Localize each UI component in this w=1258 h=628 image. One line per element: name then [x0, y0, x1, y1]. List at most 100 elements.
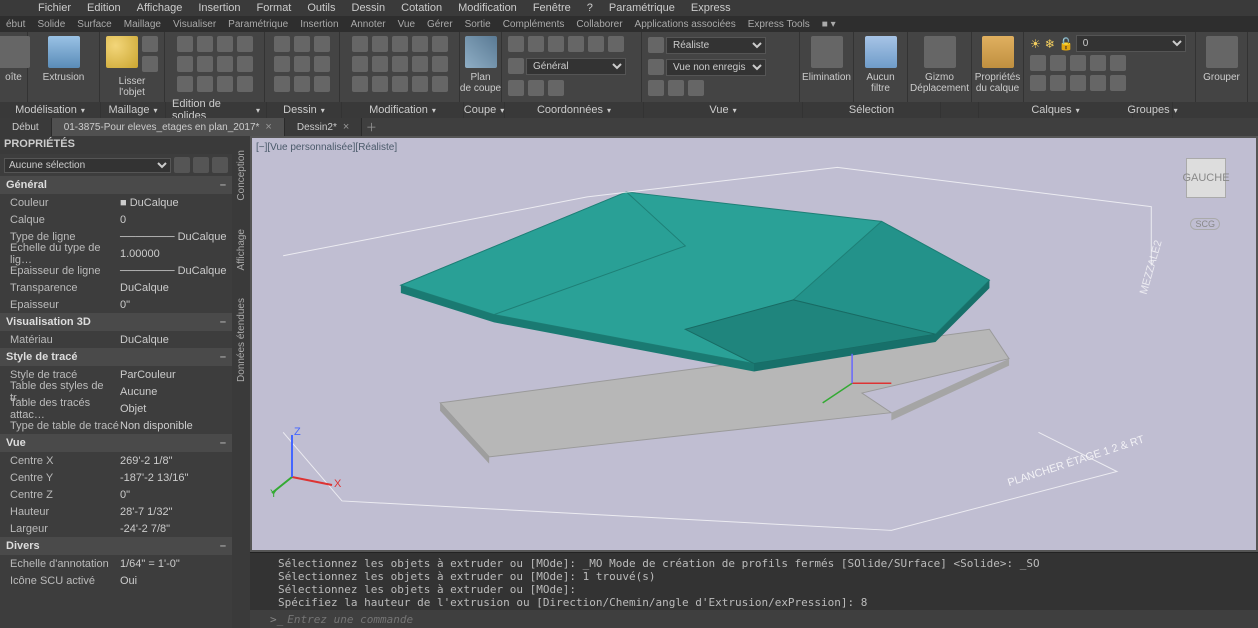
property-row[interactable]: Echelle du type de lig…1.00000 — [0, 245, 232, 262]
document-tab[interactable]: Dessin2* × — [285, 118, 362, 136]
property-value[interactable]: DuCalque — [120, 334, 232, 346]
layer-icon[interactable] — [1050, 55, 1066, 71]
document-tab[interactable]: Début — [0, 118, 52, 136]
view-dropdown[interactable]: Vue non enregis — [666, 59, 766, 76]
property-value[interactable]: -187'-2 13/16" — [120, 472, 232, 484]
mod-icon[interactable] — [432, 36, 448, 52]
property-value[interactable]: 1/64" = 1'-0" — [120, 558, 232, 570]
select-objects-icon[interactable] — [212, 157, 228, 173]
property-value[interactable]: 269'-2 1/8" — [120, 455, 232, 467]
coord-icon[interactable] — [548, 36, 564, 52]
menu-item[interactable]: Express — [683, 2, 739, 14]
mod-icon[interactable] — [432, 76, 448, 92]
draw-icon[interactable] — [314, 56, 330, 72]
layer-icon[interactable] — [1030, 75, 1046, 91]
mod-icon[interactable] — [412, 56, 428, 72]
coord-icon[interactable] — [588, 36, 604, 52]
small-icon[interactable] — [142, 36, 158, 52]
coord-icon[interactable] — [508, 80, 524, 96]
property-value[interactable]: 0" — [120, 489, 232, 501]
draw-icon[interactable] — [294, 36, 310, 52]
edit-icon[interactable] — [237, 76, 253, 92]
layer-current-dropdown[interactable]: 0 — [1076, 35, 1186, 52]
property-value[interactable]: ■ DuCalque — [120, 197, 232, 209]
menu-item[interactable]: Cotation — [393, 2, 450, 14]
rail-tab[interactable]: Données étendues — [236, 292, 247, 388]
ribbon-tab[interactable]: Compléments — [497, 19, 571, 30]
property-value[interactable]: 28'-7 1/32" — [120, 506, 232, 518]
property-row[interactable]: Echelle d'annotation1/64" = 1'-0" — [0, 555, 232, 572]
view-icon[interactable] — [648, 80, 664, 96]
ribbon-panel-title[interactable]: Groupes▾ — [1133, 102, 1173, 118]
menu-item[interactable]: Fichier — [30, 2, 79, 14]
command-input[interactable] — [287, 613, 1258, 626]
rail-tab[interactable]: Affichage — [236, 223, 247, 277]
mod-icon[interactable] — [372, 36, 388, 52]
draw-icon[interactable] — [314, 76, 330, 92]
ribbon-panel-title[interactable]: Modélisation▾ — [0, 102, 101, 118]
menu-item[interactable]: Format — [249, 2, 300, 14]
property-row[interactable]: Epaisseur0" — [0, 296, 232, 313]
small-icon[interactable] — [142, 56, 158, 72]
view-icon[interactable] — [688, 80, 704, 96]
menu-item[interactable]: Outils — [299, 2, 343, 14]
ribbon-panel-title[interactable] — [941, 102, 979, 118]
layer-icon[interactable] — [1070, 55, 1086, 71]
coord-icon[interactable] — [608, 36, 624, 52]
menu-item[interactable]: Modification — [450, 2, 525, 14]
ribbon-tabs[interactable]: ébutSolideSurfaceMaillageVisualiserParam… — [0, 16, 1258, 32]
view-save-icon[interactable] — [648, 59, 664, 75]
edit-icon[interactable] — [237, 56, 253, 72]
mod-icon[interactable] — [392, 76, 408, 92]
edit-icon[interactable] — [177, 36, 193, 52]
ribbon-tab[interactable]: Gérer — [421, 19, 459, 30]
edit-icon[interactable] — [197, 76, 213, 92]
coord-icon[interactable] — [528, 80, 544, 96]
property-value[interactable]: 0" — [120, 299, 232, 311]
ribbon-tab[interactable]: Insertion — [294, 19, 344, 30]
property-value[interactable]: 0 — [120, 214, 232, 226]
box-icon[interactable] — [0, 36, 30, 68]
ribbon-panel-title[interactable]: Calques▾ — [979, 102, 1133, 118]
loft-icon[interactable] — [106, 36, 138, 68]
ribbon-tab[interactable]: Paramétrique — [222, 19, 294, 30]
property-value[interactable]: Aucune — [120, 386, 232, 398]
layer-icon[interactable] — [1070, 75, 1086, 91]
mod-icon[interactable] — [352, 36, 368, 52]
property-section-header[interactable]: Général — [0, 176, 232, 194]
ucs-icon[interactable] — [508, 58, 524, 74]
ribbon-tab[interactable]: Maillage — [118, 19, 167, 30]
property-row[interactable]: Hauteur28'-7 1/32" — [0, 503, 232, 520]
mod-icon[interactable] — [372, 56, 388, 72]
property-value[interactable]: DuCalque — [120, 282, 232, 294]
visual-style-dropdown[interactable]: Réaliste — [666, 37, 766, 54]
properties-selector[interactable]: Aucune sélection — [0, 154, 232, 176]
edit-icon[interactable] — [237, 36, 253, 52]
property-value[interactable]: -24'-2 7/8" — [120, 523, 232, 535]
ribbon-tab[interactable]: Solide — [31, 19, 71, 30]
menu-item[interactable]: Fenêtre — [525, 2, 579, 14]
menu-item[interactable]: Dessin — [344, 2, 394, 14]
menu-item[interactable]: Edition — [79, 2, 129, 14]
mod-icon[interactable] — [412, 36, 428, 52]
gizmo-icon[interactable] — [924, 36, 956, 68]
filter-icon[interactable] — [865, 36, 897, 68]
palette-rail[interactable]: ConceptionAffichageDonnées étendues — [232, 136, 250, 628]
property-value[interactable]: Oui — [120, 575, 232, 587]
property-row[interactable]: Largeur-24'-2 7/8" — [0, 520, 232, 537]
ribbon-panel-title[interactable]: Coupe▾ — [464, 102, 505, 118]
layer-props-icon[interactable] — [982, 36, 1014, 68]
ribbon-tab[interactable]: Surface — [71, 19, 117, 30]
ribbon-panel-title[interactable]: Dessin▾ — [267, 102, 342, 118]
layer-icon[interactable] — [1090, 75, 1106, 91]
culling-icon[interactable] — [811, 36, 843, 68]
menu-bar[interactable]: FichierEditionAffichageInsertionFormatOu… — [0, 0, 1258, 16]
property-row[interactable]: Couleur■ DuCalque — [0, 194, 232, 211]
ribbon-tab[interactable]: Annoter — [345, 19, 392, 30]
ribbon-panel-title[interactable]: Modification▾ — [342, 102, 464, 118]
draw-icon[interactable] — [294, 76, 310, 92]
document-tabs[interactable]: Début01-3875-Pour eleves_etages en plan_… — [0, 118, 1258, 136]
mod-icon[interactable] — [372, 76, 388, 92]
visual-style-icon[interactable] — [648, 37, 664, 53]
property-row[interactable]: Epaisseur de ligne─────── DuCalque — [0, 262, 232, 279]
